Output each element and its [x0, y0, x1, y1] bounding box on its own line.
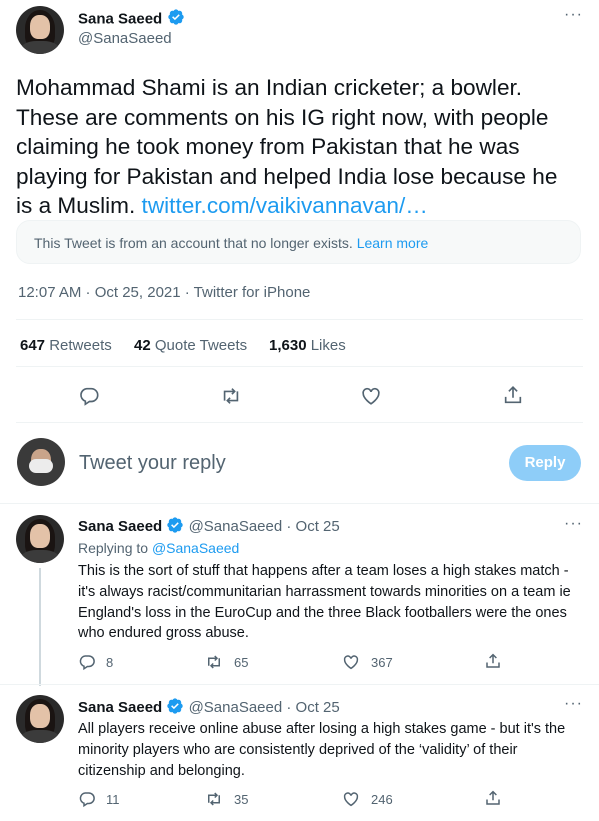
learn-more-link[interactable]: Learn more [357, 235, 429, 251]
like-icon[interactable] [342, 653, 360, 671]
tweet-link[interactable]: twitter.com/vaikivannavan/… [142, 193, 428, 218]
reply-author-handle[interactable]: @SanaSaeed [189, 699, 283, 716]
reply-icon[interactable] [78, 790, 96, 808]
more-options-icon[interactable]: ··· [564, 695, 583, 713]
reply-author-handle[interactable]: @SanaSaeed [189, 518, 283, 535]
reply-count: 8 [106, 655, 114, 670]
divider [16, 366, 583, 367]
author-name-row[interactable]: Sana Saeed [78, 8, 185, 31]
author-name[interactable]: Sana Saeed [78, 11, 162, 28]
verified-badge-icon [166, 516, 184, 538]
face-mask [29, 459, 53, 473]
more-options-icon[interactable]: ··· [564, 515, 583, 533]
retweet-icon[interactable] [204, 790, 224, 808]
verified-badge-icon [167, 8, 185, 31]
reply-date[interactable]: · Oct 25 [286, 518, 339, 535]
reply-button[interactable]: Reply [509, 445, 581, 481]
thread-line [39, 568, 41, 686]
share-icon[interactable] [484, 789, 502, 807]
user-avatar[interactable] [17, 438, 65, 486]
reply-icon[interactable] [78, 653, 96, 671]
quotes-count: 42 [134, 337, 151, 354]
reply-count: 11 [106, 792, 120, 807]
quote-unavailable-text: This Tweet is from an account that no lo… [34, 235, 428, 251]
retweets-count: 647 [20, 337, 46, 354]
author-handle[interactable]: @SanaSaeed [78, 30, 172, 47]
replying-to: Replying to @SanaSaeed [78, 540, 239, 556]
retweets-label: Retweets [49, 337, 112, 354]
reply-header: Sana Saeed @SanaSaeed · Oct 25 [78, 516, 340, 538]
like-icon[interactable] [360, 385, 382, 407]
divider [0, 503, 599, 504]
retweet-count: 35 [234, 792, 249, 807]
reply-author-avatar[interactable] [16, 515, 64, 563]
quotes-label: Quote Tweets [154, 337, 248, 354]
reply-input[interactable]: Tweet your reply [79, 452, 226, 475]
reply-author-avatar[interactable] [16, 695, 64, 743]
likes-label: Likes [310, 337, 346, 354]
reply-author-name[interactable]: Sana Saeed [78, 699, 162, 716]
retweet-icon[interactable] [204, 653, 224, 671]
replying-to-prefix: Replying to [78, 540, 149, 556]
divider [0, 684, 599, 685]
retweets-stat[interactable]: 647 Retweets [20, 337, 112, 354]
tweet-timestamp[interactable]: 12:07 AM · Oct 25, 2021 · Twitter for iP… [18, 284, 310, 301]
reply-text: All players receive online abuse after l… [78, 721, 566, 779]
share-icon[interactable] [502, 384, 524, 406]
share-icon[interactable] [484, 652, 502, 670]
likes-count: 1,630 [269, 337, 307, 354]
tweet-text: Mohammad Shami is an Indian cricketer; a… [16, 73, 576, 221]
retweet-icon[interactable] [219, 385, 243, 407]
more-options-icon[interactable]: ··· [564, 6, 583, 24]
quote-notice: This Tweet is from an account that no lo… [34, 235, 353, 251]
author-avatar[interactable] [16, 6, 64, 54]
reply-header: Sana Saeed @SanaSaeed · Oct 25 [78, 697, 340, 719]
reply-author-name[interactable]: Sana Saeed [78, 518, 162, 535]
reply-icon[interactable] [78, 385, 100, 407]
like-count: 367 [371, 655, 393, 670]
quote-tweets-stat[interactable]: 42 Quote Tweets [134, 337, 247, 354]
reply-date[interactable]: · Oct 25 [286, 699, 339, 716]
reply-text: This is the sort of stuff that happens a… [78, 563, 571, 642]
retweet-count: 65 [234, 655, 249, 670]
like-count: 246 [371, 792, 393, 807]
divider [16, 319, 583, 320]
likes-stat[interactable]: 1,630 Likes [269, 337, 346, 354]
like-icon[interactable] [342, 790, 360, 808]
verified-badge-icon [166, 697, 184, 719]
divider [16, 422, 583, 423]
replying-to-handle[interactable]: @SanaSaeed [152, 540, 239, 556]
